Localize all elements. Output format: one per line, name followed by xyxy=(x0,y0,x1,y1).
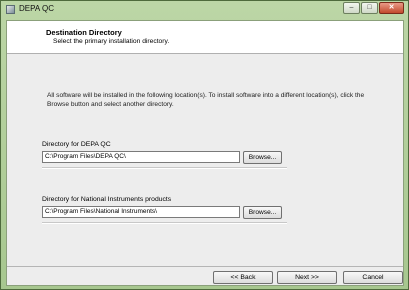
window-title: DEPA QC xyxy=(19,4,54,13)
minimize-button[interactable]: – xyxy=(343,2,360,14)
directory-input-depa[interactable]: C:\Program Files\DEPA QC\ xyxy=(42,151,240,163)
browse-button-ni[interactable]: Browse... xyxy=(243,206,282,219)
next-button[interactable]: Next >> xyxy=(277,271,337,284)
footer-divider xyxy=(7,266,403,267)
directory-label-ni: Directory for National Instruments produ… xyxy=(42,196,172,203)
divider xyxy=(42,222,287,224)
divider xyxy=(42,167,287,169)
info-text: All software will be installed in the fo… xyxy=(47,92,365,108)
close-button[interactable]: ✕ xyxy=(379,2,404,14)
cancel-button[interactable]: Cancel xyxy=(343,271,403,284)
browse-button-depa[interactable]: Browse... xyxy=(243,151,282,164)
back-button[interactable]: << Back xyxy=(213,271,273,284)
page-title: Destination Directory xyxy=(46,28,122,37)
installer-window: DEPA QC – □ ✕ Destination Directory Sele… xyxy=(0,0,409,290)
page-header: Destination Directory Select the primary… xyxy=(7,21,403,54)
dialog-body: Destination Directory Select the primary… xyxy=(6,20,404,286)
title-bar[interactable]: DEPA QC – □ ✕ xyxy=(1,1,408,19)
directory-input-ni[interactable]: C:\Program Files\National Instruments\ xyxy=(42,206,240,218)
app-icon xyxy=(6,5,15,14)
directory-label-depa: Directory for DEPA QC xyxy=(42,141,111,148)
page-subtitle: Select the primary installation director… xyxy=(53,38,170,45)
maximize-button[interactable]: □ xyxy=(361,2,378,14)
